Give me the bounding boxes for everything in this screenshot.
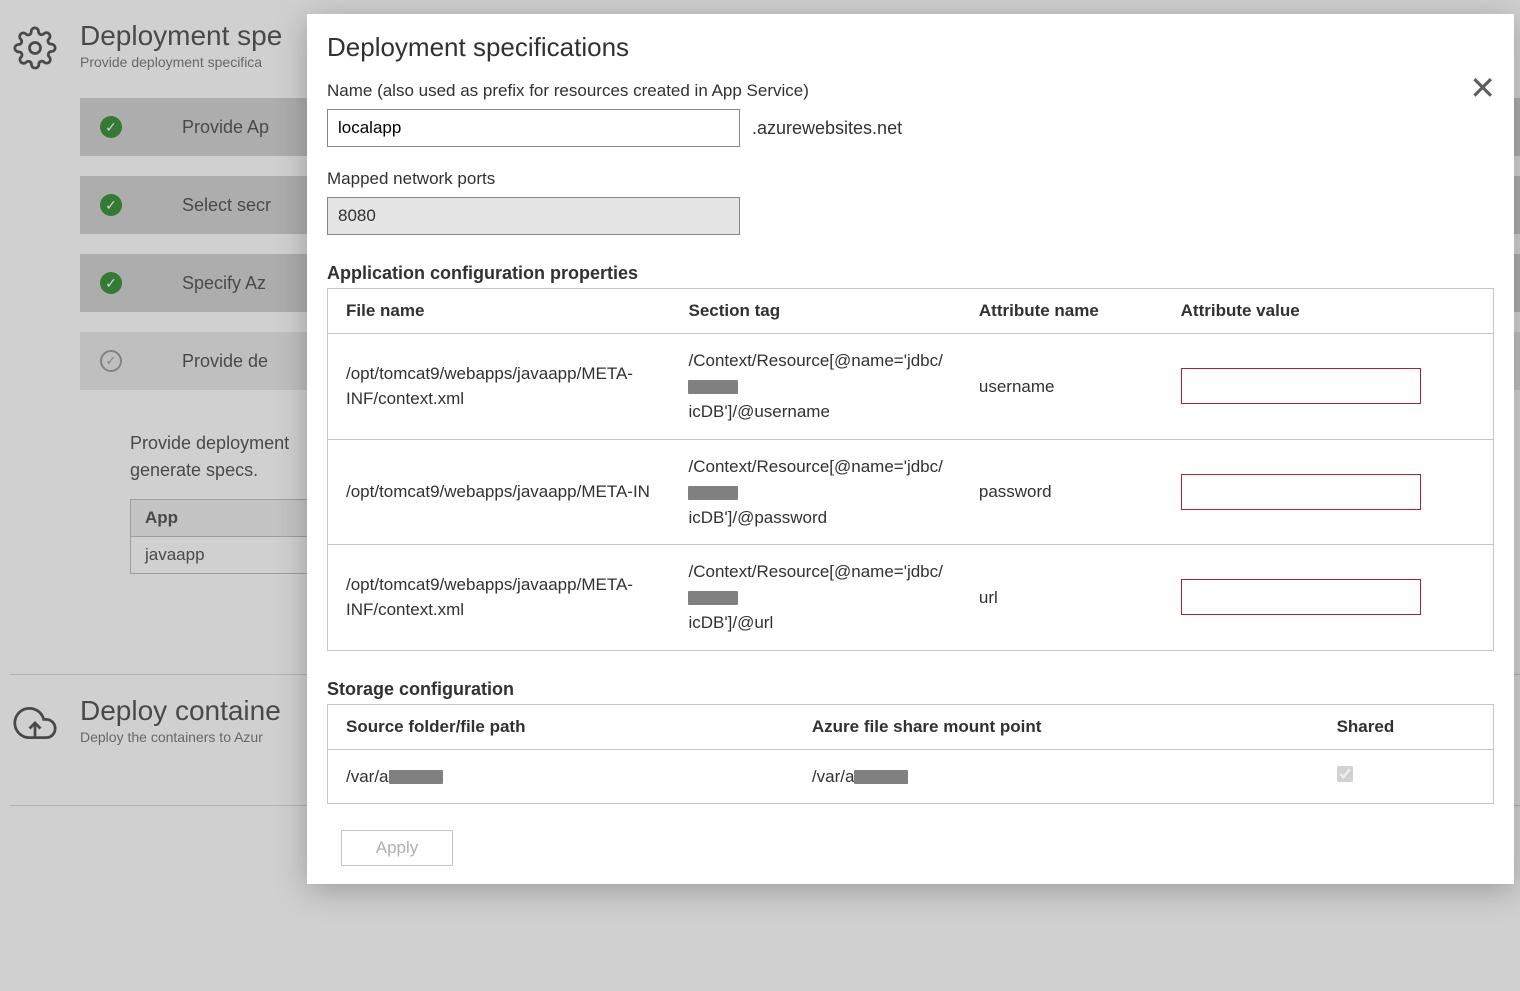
close-icon: ✕ [1469, 70, 1496, 106]
close-button[interactable]: ✕ [1469, 72, 1496, 104]
redacted [389, 770, 443, 784]
section-cell: /Context/Resource[@name='jdbc/icDB']/@ur… [670, 545, 960, 651]
attr-name-cell: url [961, 545, 1163, 651]
mount-cell: /var/a [794, 749, 1319, 804]
redacted [688, 591, 738, 605]
redacted [688, 380, 738, 394]
file-cell: /opt/tomcat9/webapps/javaapp/META-INF/co… [328, 545, 671, 651]
app-config-table: File name Section tag Attribute name Att… [327, 288, 1494, 651]
attr-value-input[interactable] [1181, 368, 1421, 404]
col-section: Section tag [670, 289, 960, 334]
config-row: /opt/tomcat9/webapps/javaapp/META-INF/co… [328, 334, 1494, 440]
file-cell: /opt/tomcat9/webapps/javaapp/META-INF/co… [328, 334, 671, 440]
name-suffix: .azurewebsites.net [752, 118, 902, 139]
name-input[interactable] [327, 109, 740, 147]
config-row: /opt/tomcat9/webapps/javaapp/META-INF/co… [328, 545, 1494, 651]
col-file: File name [328, 289, 671, 334]
col-attr-name: Attribute name [961, 289, 1163, 334]
source-cell: /var/a [328, 749, 794, 804]
redacted [688, 486, 738, 500]
attr-value-input[interactable] [1181, 474, 1421, 510]
storage-heading: Storage configuration [327, 679, 1494, 700]
shared-checkbox [1337, 766, 1353, 782]
modal-title: Deployment specifications [327, 32, 1494, 63]
section-cell: /Context/Resource[@name='jdbc/icDB']/@us… [670, 334, 960, 440]
attr-name-cell: username [961, 334, 1163, 440]
deployment-spec-modal: Deployment specifications ✕ Name (also u… [307, 14, 1514, 884]
app-config-heading: Application configuration properties [327, 263, 1494, 284]
ports-input [327, 197, 740, 235]
attr-value-input[interactable] [1181, 579, 1421, 615]
col-shared: Shared [1319, 704, 1494, 749]
section-cell: /Context/Resource[@name='jdbc/icDB']/@pa… [670, 439, 960, 545]
col-mount: Azure file share mount point [794, 704, 1319, 749]
attr-name-cell: password [961, 439, 1163, 545]
ports-label: Mapped network ports [327, 169, 1494, 189]
redacted [854, 770, 908, 784]
col-attr-value: Attribute value [1163, 289, 1494, 334]
col-source: Source folder/file path [328, 704, 794, 749]
file-cell: /opt/tomcat9/webapps/javaapp/META-IN [328, 439, 671, 545]
storage-table: Source folder/file path Azure file share… [327, 704, 1494, 805]
apply-button[interactable]: Apply [341, 830, 453, 866]
config-row: /opt/tomcat9/webapps/javaapp/META-IN /Co… [328, 439, 1494, 545]
name-label: Name (also used as prefix for resources … [327, 81, 1494, 101]
storage-row: /var/a /var/a [328, 749, 1494, 804]
